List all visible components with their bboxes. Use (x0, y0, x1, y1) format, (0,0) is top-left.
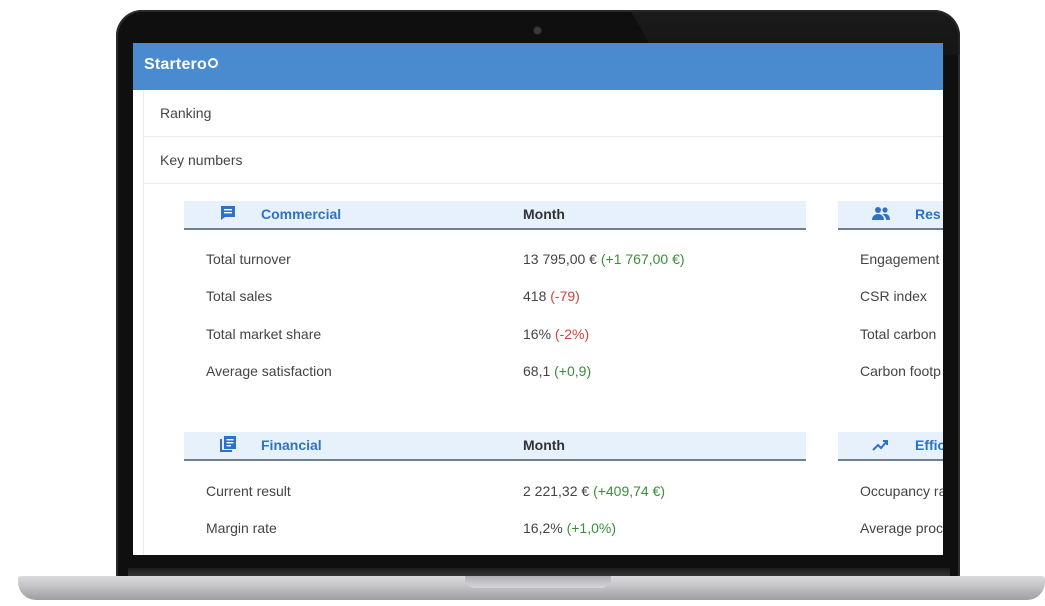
app-screen: Startero Ranking Key numbers Commercial … (133, 43, 943, 555)
laptop-notch (465, 576, 611, 588)
financial-row-value: 16,2% (+1,0%) (523, 520, 617, 536)
nav-item-label: Ranking (160, 105, 212, 121)
trend-up-icon (872, 440, 888, 451)
financial-row-label: Margin rate (206, 520, 277, 536)
financial-title: Financial (261, 437, 322, 453)
brand-dot-icon (207, 58, 218, 68)
financial-header: Financial Month (184, 432, 806, 461)
responsibility-header: Res (838, 201, 943, 230)
month-column-header: Month (523, 437, 565, 453)
responsibility-row-label: Engagement (860, 251, 940, 267)
people-icon (872, 207, 890, 220)
commercial-row-label: Total turnover (206, 251, 291, 267)
document-icon (220, 436, 236, 452)
commercial-row-value: 418 (-79) (523, 288, 580, 304)
brand-logo[interactable]: Startero (144, 56, 218, 74)
efficiency-row-label: Occupancy ra (860, 483, 943, 499)
financial-row-value: 2 221,32 € (+409,74 €) (523, 483, 666, 499)
commercial-row-value: 16% (-2%) (523, 326, 590, 342)
efficiency-header: Effic (838, 432, 943, 461)
commercial-row-value: 13 795,00 € (+1 767,00 €) (523, 251, 685, 267)
responsibility-title: Res (915, 206, 941, 222)
efficiency-row-label: Average proc (860, 520, 943, 536)
responsibility-row-label: Carbon footp (860, 363, 941, 379)
nav-item-label: Key numbers (160, 152, 243, 168)
commercial-header: Commercial Month (184, 201, 806, 230)
chat-icon (221, 206, 235, 220)
commercial-row-label: Average satisfaction (206, 363, 332, 379)
responsibility-row-label: Total carbon (860, 326, 937, 342)
responsibility-row-label: CSR index (860, 288, 927, 304)
month-column-header: Month (523, 206, 565, 222)
webcam-icon (534, 27, 541, 34)
commercial-title: Commercial (261, 206, 342, 222)
commercial-row-label: Total market share (206, 326, 322, 342)
financial-row-label: Current result (206, 483, 291, 499)
commercial-row-value: 68,1 (+0,9) (523, 363, 592, 379)
nav-item-key-numbers[interactable]: Key numbers (144, 137, 943, 184)
top-bar: Startero (133, 43, 943, 90)
nav-item-ranking[interactable]: Ranking (144, 90, 943, 137)
efficiency-title: Effic (915, 437, 943, 453)
commercial-row-label: Total sales (206, 288, 273, 304)
